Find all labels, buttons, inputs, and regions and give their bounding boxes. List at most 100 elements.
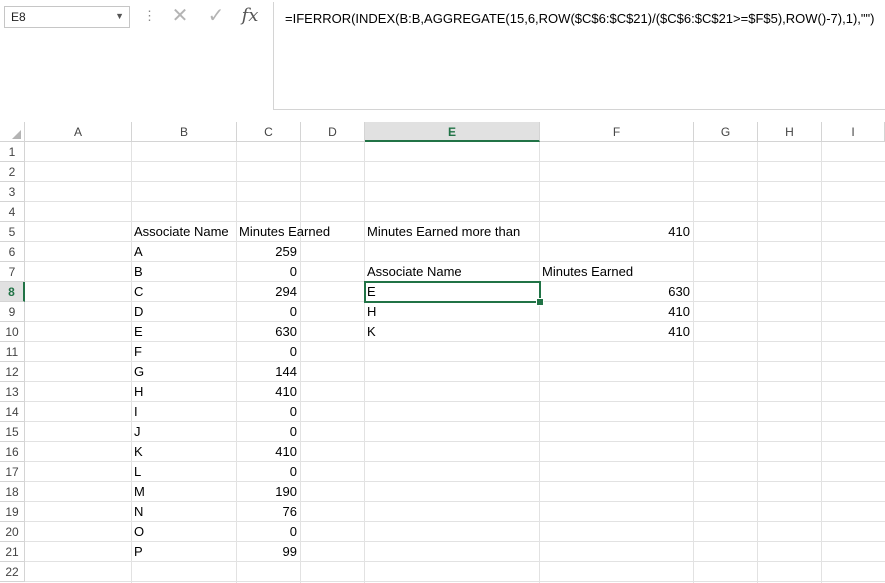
cell-e9[interactable]: H xyxy=(364,302,542,322)
cell-f10[interactable]: 410 xyxy=(539,322,693,342)
row-header[interactable]: 5 xyxy=(0,222,25,242)
cell-b16[interactable]: K xyxy=(131,442,239,462)
cell-c20[interactable]: 0 xyxy=(236,522,300,542)
cell-b20[interactable]: O xyxy=(131,522,239,542)
more-options-icon[interactable]: ⋮ xyxy=(143,8,156,24)
select-all-icon xyxy=(12,130,21,139)
cell-b6[interactable]: A xyxy=(131,242,239,262)
column-header-f[interactable]: F xyxy=(540,122,694,142)
worksheet-grid[interactable]: A B C D E F G H I 1 2 3 4 5 6 7 8 9 10 1… xyxy=(0,122,885,583)
cell-c6[interactable]: 259 xyxy=(236,242,300,262)
cell-c9[interactable]: 0 xyxy=(236,302,300,322)
row-header[interactable]: 13 xyxy=(0,382,25,402)
close-icon[interactable]: ✕ xyxy=(166,4,194,28)
active-cell-selection[interactable] xyxy=(364,281,541,303)
row-header[interactable]: 18 xyxy=(0,482,25,502)
gridline xyxy=(821,142,822,583)
formula-text: =IFERROR(INDEX(B:B,AGGREGATE(15,6,ROW($C… xyxy=(285,11,875,26)
cell-e5[interactable]: Minutes Earned more than xyxy=(364,222,542,242)
gridline xyxy=(693,142,694,583)
select-all-corner[interactable] xyxy=(0,122,25,142)
gridline xyxy=(757,142,758,583)
cell-f7[interactable]: Minutes Earned xyxy=(539,262,696,282)
cell-c11[interactable]: 0 xyxy=(236,342,300,362)
cell-c15[interactable]: 0 xyxy=(236,422,300,442)
gridline xyxy=(364,142,365,583)
cell-c7[interactable]: 0 xyxy=(236,262,300,282)
row-header[interactable]: 10 xyxy=(0,322,25,342)
cell-b19[interactable]: N xyxy=(131,502,239,522)
cell-b10[interactable]: E xyxy=(131,322,239,342)
cell-c13[interactable]: 410 xyxy=(236,382,300,402)
cell-b11[interactable]: F xyxy=(131,342,239,362)
cell-b18[interactable]: M xyxy=(131,482,239,502)
cell-e7[interactable]: Associate Name xyxy=(364,262,542,282)
gridline xyxy=(539,142,540,583)
cell-c12[interactable]: 144 xyxy=(236,362,300,382)
cell-b21[interactable]: P xyxy=(131,542,239,562)
cell-c19[interactable]: 76 xyxy=(236,502,300,522)
column-header-d[interactable]: D xyxy=(301,122,365,142)
cell-b12[interactable]: G xyxy=(131,362,239,382)
cell-b15[interactable]: J xyxy=(131,422,239,442)
cell-c17[interactable]: 0 xyxy=(236,462,300,482)
cell-c21[interactable]: 99 xyxy=(236,542,300,562)
column-header-h[interactable]: H xyxy=(758,122,822,142)
cell-c16[interactable]: 410 xyxy=(236,442,300,462)
column-header-e[interactable]: E xyxy=(365,122,540,142)
row-header[interactable]: 3 xyxy=(0,182,25,202)
row-header[interactable]: 9 xyxy=(0,302,25,322)
name-box[interactable]: E8 ▼ xyxy=(4,6,130,28)
row-header[interactable]: 17 xyxy=(0,462,25,482)
row-header-selected[interactable]: 8 xyxy=(0,282,25,302)
row-header[interactable]: 1 xyxy=(0,142,25,162)
gridline xyxy=(25,581,885,582)
column-header-g[interactable]: G xyxy=(694,122,758,142)
row-header[interactable]: 21 xyxy=(0,542,25,562)
cell-e10[interactable]: K xyxy=(364,322,542,342)
row-header[interactable]: 22 xyxy=(0,562,25,582)
gridline xyxy=(25,161,885,162)
row-header[interactable]: 2 xyxy=(0,162,25,182)
check-icon[interactable]: ✓ xyxy=(202,4,230,28)
column-header-b[interactable]: B xyxy=(132,122,237,142)
gridline xyxy=(25,201,885,202)
fill-handle[interactable] xyxy=(536,298,544,306)
cell-b7[interactable]: B xyxy=(131,262,239,282)
cell-b8[interactable]: C xyxy=(131,282,239,302)
cell-c8[interactable]: 294 xyxy=(236,282,300,302)
name-box-value: E8 xyxy=(11,10,26,24)
row-header[interactable]: 12 xyxy=(0,362,25,382)
cell-f5[interactable]: 410 xyxy=(539,222,693,242)
column-header-a[interactable]: A xyxy=(25,122,132,142)
column-header-i[interactable]: I xyxy=(822,122,885,142)
cell-c5[interactable]: Minutes Earned xyxy=(236,222,349,242)
cell-c10[interactable]: 630 xyxy=(236,322,300,342)
gridline xyxy=(300,142,301,583)
row-header[interactable]: 4 xyxy=(0,202,25,222)
formula-input[interactable]: =IFERROR(INDEX(B:B,AGGREGATE(15,6,ROW($C… xyxy=(274,0,885,110)
cell-b13[interactable]: H xyxy=(131,382,239,402)
cell-b14[interactable]: I xyxy=(131,402,239,422)
cell-area[interactable]: Associate Name Minutes Earned Minutes Ea… xyxy=(25,142,885,583)
row-header[interactable]: 19 xyxy=(0,502,25,522)
cell-c14[interactable]: 0 xyxy=(236,402,300,422)
cell-f8[interactable]: 630 xyxy=(539,282,693,302)
row-header[interactable]: 20 xyxy=(0,522,25,542)
row-header[interactable]: 14 xyxy=(0,402,25,422)
column-header-bar: A B C D E F G H I xyxy=(0,122,885,142)
row-header[interactable]: 11 xyxy=(0,342,25,362)
chevron-down-icon[interactable]: ▼ xyxy=(115,11,124,21)
cell-b17[interactable]: L xyxy=(131,462,239,482)
row-header[interactable]: 6 xyxy=(0,242,25,262)
cell-c18[interactable]: 190 xyxy=(236,482,300,502)
row-header[interactable]: 16 xyxy=(0,442,25,462)
spreadsheet-window: E8 ▼ ⋮ ✕ ✓ fx =IFERROR(INDEX(B:B,AGGREGA… xyxy=(0,0,885,583)
column-header-c[interactable]: C xyxy=(237,122,301,142)
gridline xyxy=(25,181,885,182)
row-header[interactable]: 7 xyxy=(0,262,25,282)
row-header[interactable]: 15 xyxy=(0,422,25,442)
cell-b9[interactable]: D xyxy=(131,302,239,322)
cell-f9[interactable]: 410 xyxy=(539,302,693,322)
fx-icon[interactable]: fx xyxy=(236,4,264,28)
